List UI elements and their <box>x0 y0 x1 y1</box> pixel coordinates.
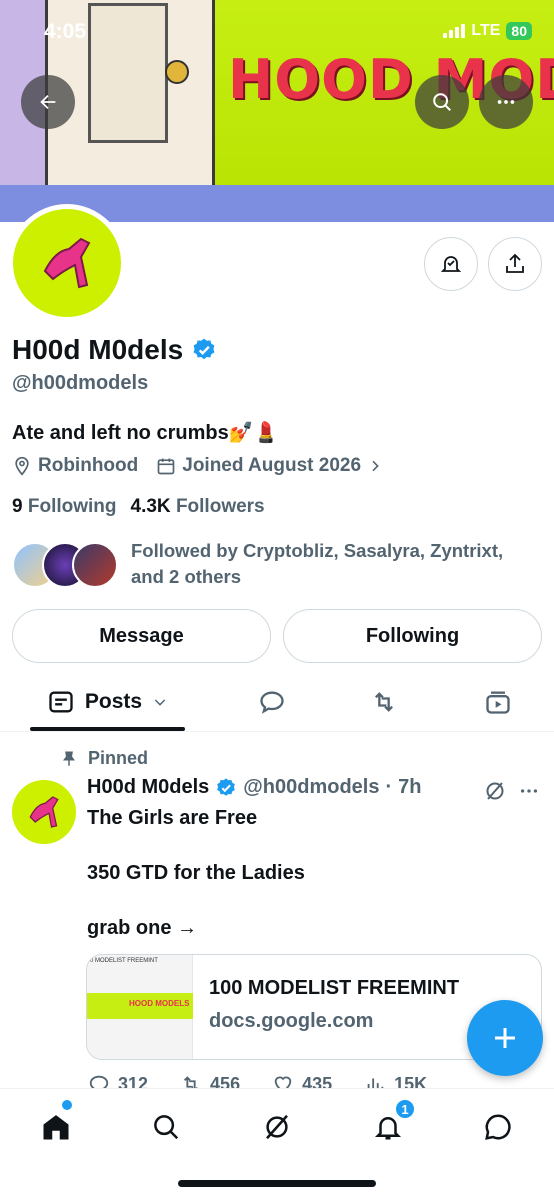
post-separator: · <box>385 776 393 798</box>
following-label: Following <box>27 496 117 517</box>
door-knob <box>165 60 189 84</box>
profile-handle: @h00dmodels <box>12 372 149 394</box>
post-time: 7h <box>398 776 422 798</box>
message-button[interactable]: Message <box>12 609 271 663</box>
nav-home[interactable] <box>34 1105 78 1149</box>
pinned-label: Pinned <box>60 748 148 769</box>
calendar-icon <box>157 458 175 475</box>
joined-date[interactable]: Joined August 2026 <box>156 455 383 477</box>
location-pin-icon <box>15 456 29 476</box>
tab-posts-label: Posts <box>84 690 143 713</box>
chevron-right-icon <box>372 460 379 472</box>
post-more-icon[interactable] <box>518 780 540 802</box>
profile-tabs: Posts <box>0 672 554 732</box>
joined-text: Joined August 2026 <box>182 455 362 476</box>
home-unread-dot <box>62 1100 72 1110</box>
search-button[interactable] <box>415 75 469 129</box>
media-icon <box>486 691 510 714</box>
grok-icon[interactable] <box>483 779 507 803</box>
post-header: H00d M0dels @h00dmodels · 7h <box>87 776 421 799</box>
follower-avatar-3 <box>72 542 118 588</box>
post-author-name[interactable]: H00d M0dels <box>87 776 209 799</box>
link-card-thumbnail: 0 MODELIST FREEMINT HOOD MODELS <box>87 955 193 1059</box>
nav-messages[interactable] <box>476 1105 520 1149</box>
chevron-down-icon <box>154 699 166 706</box>
avatar-image <box>13 209 121 317</box>
home-indicator <box>178 1180 376 1187</box>
verified-badge-icon[interactable] <box>191 337 217 363</box>
more-icon <box>497 100 515 104</box>
post-text-line-1: The Girls are Free <box>87 807 258 829</box>
followed-by-text[interactable]: Followed by Cryptobliz, Sasalyra, Zyntri… <box>131 538 531 590</box>
location: Robinhood <box>12 455 138 477</box>
high-heel-icon <box>29 796 59 828</box>
pin-icon <box>63 751 75 766</box>
post-text-line-3: grab one → <box>87 917 198 939</box>
following-count: 9 <box>12 496 23 517</box>
verified-badge-icon <box>217 777 236 796</box>
more-button[interactable] <box>479 75 533 129</box>
search-icon <box>433 93 451 111</box>
tab-replies[interactable] <box>244 672 300 732</box>
signal-icon <box>443 24 466 38</box>
profile-name-row: H00d M0dels <box>12 334 217 366</box>
battery-icon: 80 <box>506 22 532 40</box>
home-icon <box>43 1115 69 1140</box>
status-indicators: LTE 80 <box>443 22 532 40</box>
link-card-domain: docs.google.com <box>209 1010 374 1032</box>
repost-icon <box>375 692 393 712</box>
followed-by-avatars[interactable] <box>12 542 120 588</box>
notify-button[interactable] <box>424 237 478 291</box>
arrow-left-icon <box>40 94 56 110</box>
post-author-handle: @h00dmodels <box>243 776 380 798</box>
door-panel <box>88 3 168 143</box>
location-text: Robinhood <box>38 455 139 476</box>
follow-counts: 9 Following 4.3K Followers <box>12 496 265 518</box>
tab-reposts[interactable] <box>356 672 412 732</box>
bell-check-icon <box>440 256 462 272</box>
back-button[interactable] <box>21 75 75 129</box>
nav-search[interactable] <box>144 1105 188 1149</box>
thumb-header: 0 MODELIST FREEMINT <box>90 958 158 964</box>
network-label: LTE <box>471 22 501 39</box>
pinned-text: Pinned <box>88 748 149 768</box>
plus-icon <box>495 1028 515 1048</box>
post-text-line-2: 350 GTD for the Ladies <box>87 862 305 884</box>
following-button[interactable]: Following <box>283 609 542 663</box>
followers-link[interactable]: 4.3K Followers <box>131 496 265 518</box>
status-time: 4:05 <box>44 20 87 43</box>
high-heel-icon <box>43 237 91 289</box>
share-button[interactable] <box>488 237 542 291</box>
messages-icon <box>485 1114 511 1140</box>
profile-name: H00d M0dels <box>12 334 184 365</box>
tab-media[interactable] <box>470 672 526 732</box>
profile-meta: Robinhood Joined August 2026 <box>12 455 383 477</box>
thumb-sign: HOOD MODELS <box>129 999 190 1008</box>
profile-bio: Ate and left no crumbs💅💄 <box>12 422 279 444</box>
link-card-title: 100 MODELIST FREEMINT <box>209 977 460 999</box>
profile-avatar[interactable] <box>8 204 126 322</box>
tab-posts[interactable]: Posts <box>30 672 185 732</box>
followers-count: 4.3K <box>130 496 171 517</box>
followers-label: Followers <box>175 496 265 517</box>
compose-button[interactable] <box>467 1000 543 1076</box>
nav-grok[interactable] <box>255 1105 299 1149</box>
share-icon <box>506 253 524 273</box>
active-tab-indicator <box>30 727 185 731</box>
reply-icon <box>260 691 284 714</box>
following-link[interactable]: 9 Following <box>12 496 117 518</box>
search-icon <box>154 1115 179 1140</box>
notifications-badge: 1 <box>394 1098 416 1120</box>
grok-icon <box>266 1114 288 1140</box>
posts-icon <box>49 691 73 713</box>
post-author-avatar[interactable] <box>12 780 76 844</box>
